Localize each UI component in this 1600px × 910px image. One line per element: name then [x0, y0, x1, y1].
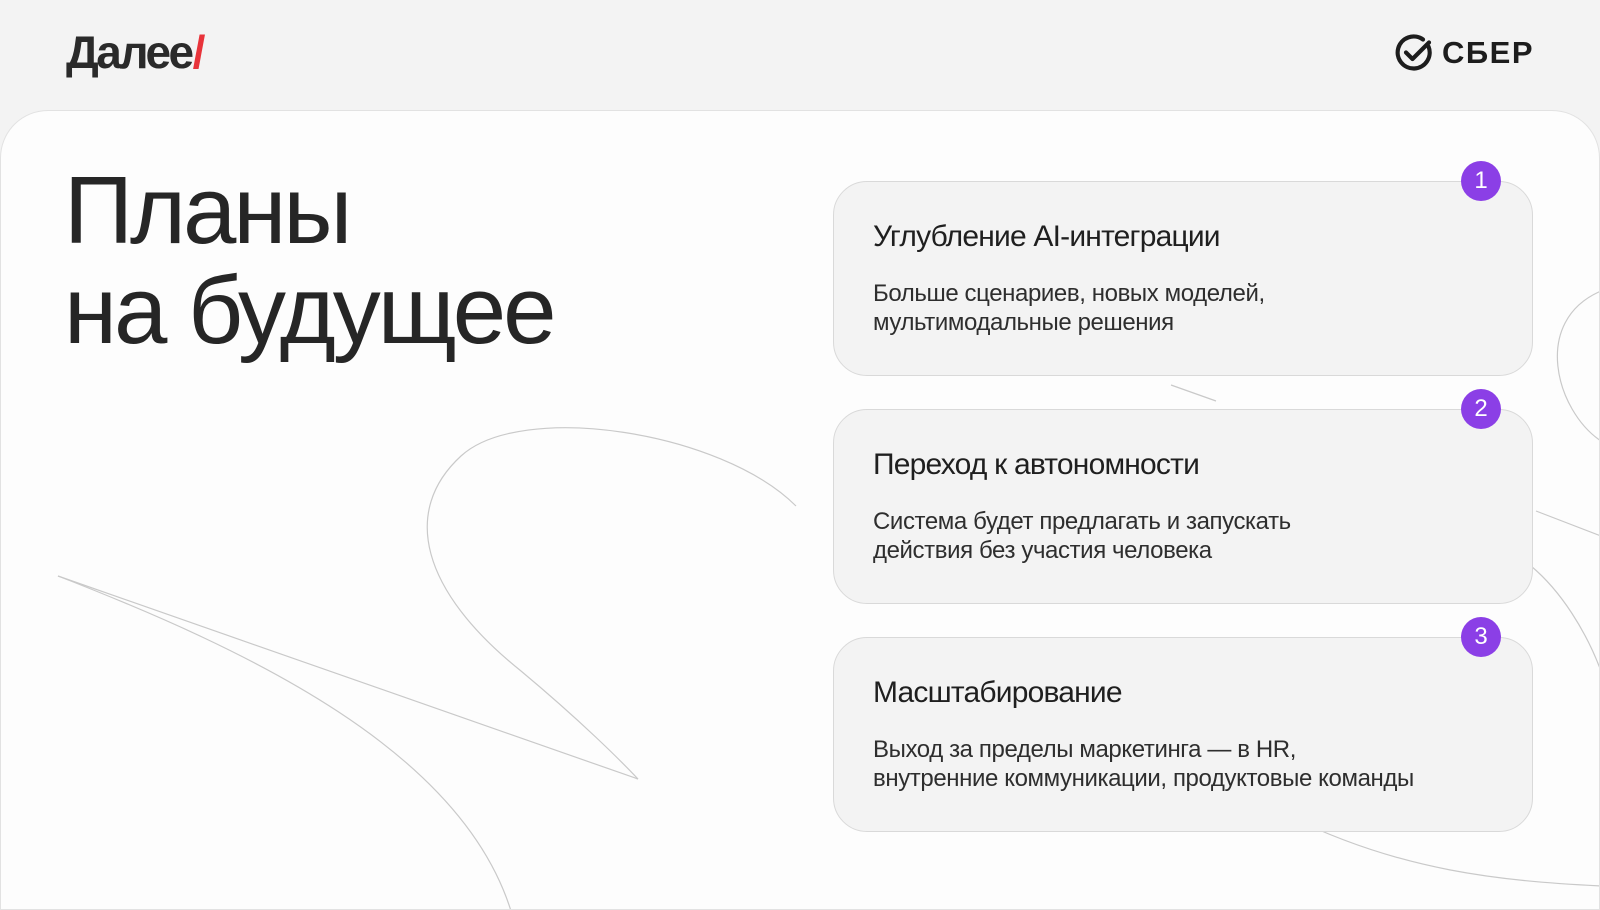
plan-card-description: Больше сценариев, новых моделей, мультим… — [873, 279, 1493, 337]
sber-logo: СБЕР — [1394, 32, 1534, 74]
dalee-logo: Далее/ — [66, 24, 206, 80]
page-title-line-2: на будущее — [64, 257, 556, 364]
plan-card-1: Углубление AI-интеграции Больше сценарие… — [833, 181, 1533, 376]
plan-card-description-line: Система будет предлагать и запускать — [873, 508, 1291, 535]
sber-logo-text: СБЕР — [1441, 35, 1534, 70]
plan-card-title: Масштабирование — [873, 676, 1123, 709]
dalee-logo-slash: / — [192, 26, 206, 78]
plan-card-3: Масштабирование Выход за пределы маркети… — [833, 637, 1533, 832]
sber-check-icon — [1395, 34, 1432, 71]
plan-card-2: Переход к автономности Система будет пре… — [833, 409, 1533, 604]
page-title: Планы на будущее — [64, 157, 556, 364]
plan-card-description-line: внутренние коммуникации, продуктовые ком… — [873, 765, 1414, 792]
top-bar: Далее/ СБЕР — [0, 0, 1600, 110]
step-number-badge: 1 — [1461, 161, 1501, 201]
plan-card-description-line: Выход за пределы маркетинга — в HR, — [873, 736, 1296, 763]
step-number-badge: 2 — [1461, 389, 1501, 429]
plan-card-description: Система будет предлагать и запускать дей… — [873, 507, 1493, 565]
plan-card-title: Переход к автономности — [873, 448, 1200, 481]
plan-card-description-line: Больше сценариев, новых моделей, — [873, 280, 1265, 307]
plan-card-title: Углубление AI-интеграции — [873, 220, 1221, 253]
plan-card-description-line: действия без участия человека — [873, 537, 1212, 564]
plan-card-description: Выход за пределы маркетинга — в HR, внут… — [873, 735, 1493, 793]
step-number-badge: 3 — [1461, 617, 1501, 657]
page-title-line-1: Планы — [64, 157, 352, 264]
dalee-logo-text: Далее — [66, 26, 194, 78]
plan-card-description-line: мультимодальные решения — [873, 309, 1174, 336]
